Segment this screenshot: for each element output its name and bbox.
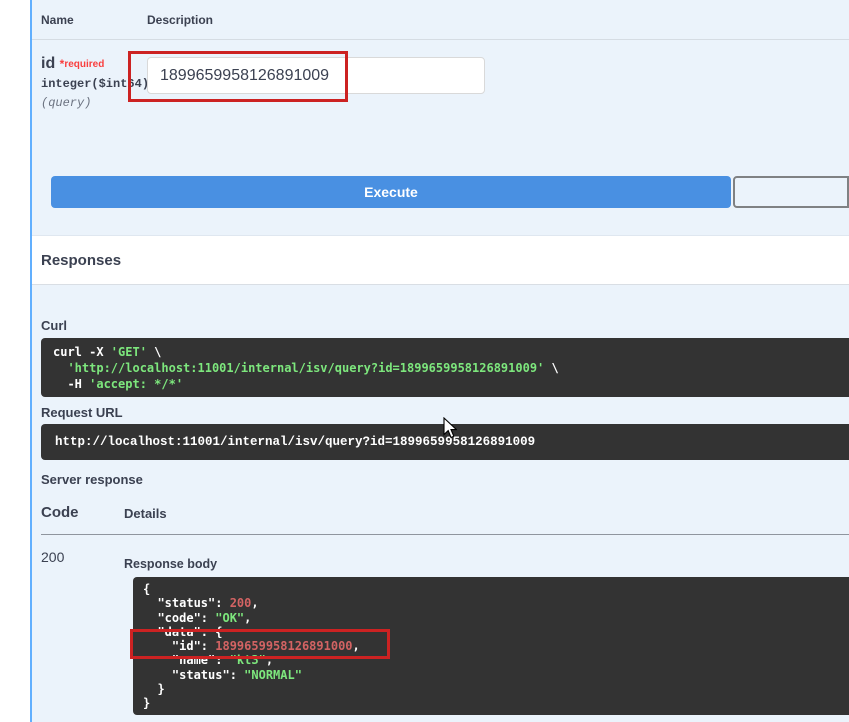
- parameter-name-cell: id *required integer($int64) (query): [41, 55, 150, 110]
- request-url-label: Request URL: [41, 405, 123, 420]
- swagger-operation-page: { "colors": { "accent_blue": "#4990e2", …: [0, 0, 849, 722]
- code-column-header: Code: [41, 504, 79, 521]
- parameter-type: integer($int64): [41, 77, 150, 91]
- name-column-header: Name: [41, 13, 74, 27]
- parameter-location: (query): [41, 96, 92, 110]
- response-body-block: { "status": 200, "code": "OK", "data": {…: [133, 577, 849, 715]
- id-parameter-input[interactable]: [147, 57, 485, 94]
- required-label: required: [64, 59, 105, 70]
- parameters-table-header: Name Description: [32, 0, 849, 40]
- clear-button[interactable]: [733, 176, 849, 208]
- response-body-label: Response body: [124, 557, 218, 571]
- parameter-name: id *required: [41, 55, 147, 73]
- responses-section-header: Responses: [32, 235, 849, 285]
- details-column-header: Details: [124, 506, 167, 521]
- response-details-cell: Response body { "status": 200, "code": "…: [124, 549, 849, 715]
- response-table-divider: [41, 534, 849, 535]
- execute-button[interactable]: Execute: [51, 176, 731, 208]
- execute-row: Execute: [51, 176, 849, 208]
- description-column-header: Description: [147, 13, 214, 27]
- parameter-description-cell: [147, 55, 849, 110]
- status-code: 200: [41, 549, 65, 565]
- curl-label: Curl: [41, 318, 67, 333]
- curl-command-block: curl -X 'GET' \ 'http://localhost:11001/…: [41, 338, 849, 397]
- parameter-row-id: id *required integer($int64) (query): [41, 55, 849, 110]
- get-operation-block: Name Description id *required integer($i…: [30, 0, 849, 722]
- response-table-header: Code Details: [41, 504, 849, 522]
- parameter-name-text: id: [41, 55, 56, 72]
- responses-title: Responses: [41, 251, 122, 269]
- request-url-block: http://localhost:11001/internal/isv/quer…: [41, 424, 849, 460]
- response-row-200: 200 Response body { "status": 200, "code…: [41, 549, 849, 715]
- server-response-label: Server response: [41, 472, 143, 487]
